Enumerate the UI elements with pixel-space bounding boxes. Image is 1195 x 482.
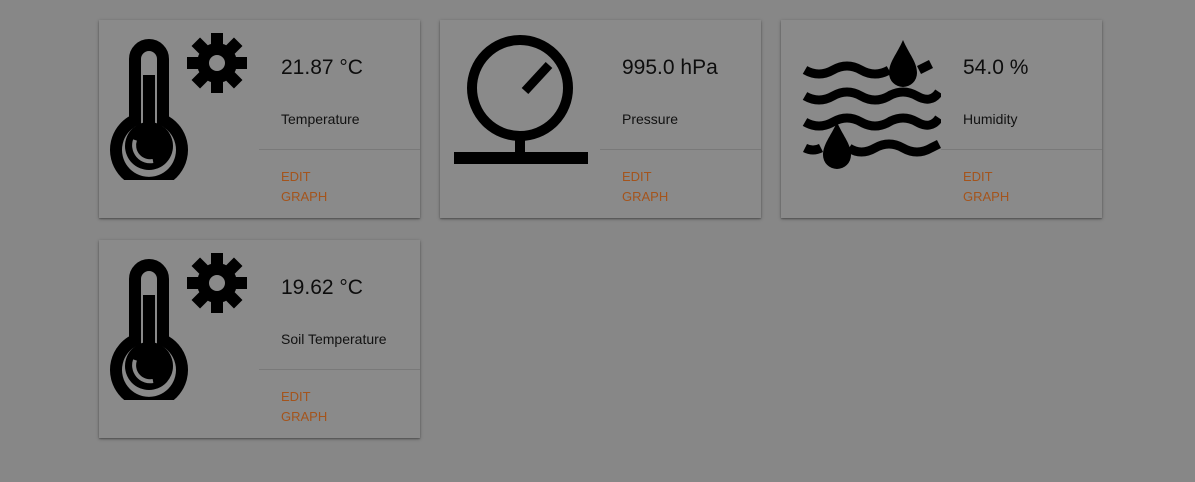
card-actions: EDIT GRAPH [963,167,1009,207]
card-divider [600,149,761,150]
edit-button[interactable]: EDIT [622,167,668,187]
sensor-label: Humidity [963,111,1018,127]
sensor-card-soil-temperature: 19.62 °C Soil Temperature EDIT GRAPH [99,240,420,438]
graph-button[interactable]: GRAPH [281,407,327,427]
humidity-waves-drops-icon [791,30,941,180]
sensor-value: 995.0 hPa [622,56,718,79]
sensor-label: Temperature [281,111,360,127]
card-divider [941,149,1102,150]
graph-button[interactable]: GRAPH [622,187,668,207]
card-actions: EDIT GRAPH [622,167,668,207]
sensor-value: 21.87 °C [281,56,363,79]
sensor-card-humidity: 54.0 % Humidity EDIT GRAPH [781,20,1102,218]
pressure-gauge-icon [450,30,600,180]
sensor-card-pressure: 995.0 hPa Pressure EDIT GRAPH [440,20,761,218]
card-divider [259,369,420,370]
card-actions: EDIT GRAPH [281,167,327,207]
thermometer-gear-icon [109,30,259,180]
edit-button[interactable]: EDIT [281,167,327,187]
sensor-label: Pressure [622,111,679,127]
card-divider [259,149,420,150]
sensor-label: Soil Temperature [281,331,387,347]
card-actions: EDIT GRAPH [281,387,327,427]
edit-button[interactable]: EDIT [963,167,1009,187]
graph-button[interactable]: GRAPH [281,187,327,207]
thermometer-gear-icon [109,250,259,400]
sensor-value: 19.62 °C [281,276,363,299]
graph-button[interactable]: GRAPH [963,187,1009,207]
sensor-value: 54.0 % [963,56,1029,79]
sensor-card-temperature: 21.87 °C Temperature EDIT GRAPH [99,20,420,218]
edit-button[interactable]: EDIT [281,387,327,407]
